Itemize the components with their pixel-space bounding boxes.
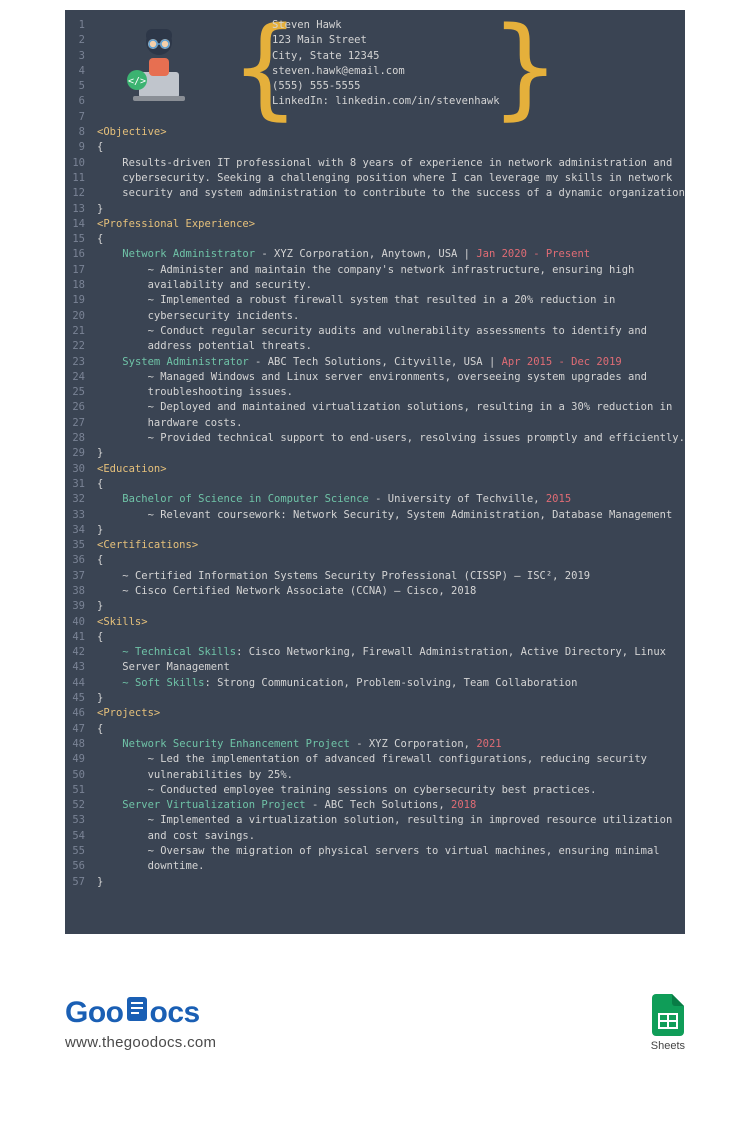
job2-date: Apr 2015 - Dec 2019 bbox=[502, 356, 622, 368]
google-sheets-icon bbox=[652, 994, 684, 1036]
brace-right-icon: } bbox=[492, 12, 558, 122]
goodocs-logo: Gooocs bbox=[65, 996, 216, 1030]
project1-title: Network Security Enhancement Project bbox=[122, 738, 350, 750]
contact-name: Steven Hawk bbox=[272, 18, 500, 33]
certs-tag: <Certifications> bbox=[97, 539, 198, 551]
projects-tag: <Projects> bbox=[97, 707, 160, 719]
education-tag: <Education> bbox=[97, 463, 167, 475]
project2-title: Server Virtualization Project bbox=[122, 799, 305, 811]
job2-title: System Administrator bbox=[122, 356, 248, 368]
document-preview: 1234567891011121314151617181920212223242… bbox=[0, 0, 750, 934]
job1-title: Network Administrator bbox=[122, 248, 255, 260]
footer: Gooocs www.thegoodocs.com Sheets bbox=[0, 934, 750, 1052]
header-block: </> { } Steven Hawk 123 Main Street City… bbox=[97, 18, 685, 110]
contact-info: Steven Hawk 123 Main Street City, State … bbox=[272, 18, 500, 110]
objective-text: Results-driven IT professional with 8 ye… bbox=[122, 157, 672, 169]
sheets-badge: Sheets bbox=[651, 994, 685, 1052]
contact-address1: 123 Main Street bbox=[272, 33, 500, 48]
experience-tag: <Professional Experience> bbox=[97, 218, 255, 230]
line-gutter: 1234567891011121314151617181920212223242… bbox=[65, 10, 91, 934]
sheets-label: Sheets bbox=[651, 1040, 685, 1052]
site-url: www.thegoodocs.com bbox=[65, 1034, 216, 1051]
contact-email: steven.hawk@email.com bbox=[272, 64, 500, 79]
code-content: </> { } Steven Hawk 123 Main Street City… bbox=[91, 10, 685, 934]
contact-address2: City, State 12345 bbox=[272, 49, 500, 64]
document-icon bbox=[126, 996, 148, 1030]
degree: Bachelor of Science in Computer Science bbox=[122, 493, 369, 505]
logo-block: Gooocs www.thegoodocs.com bbox=[65, 996, 216, 1051]
contact-phone: (555) 555-5555 bbox=[272, 79, 500, 94]
developer-avatar-icon: </> bbox=[119, 22, 199, 102]
code-editor: 1234567891011121314151617181920212223242… bbox=[65, 10, 685, 934]
contact-linkedin: LinkedIn: linkedin.com/in/stevenhawk bbox=[272, 94, 500, 109]
skills-tag: <Skills> bbox=[97, 616, 148, 628]
objective-tag: <Objective> bbox=[97, 126, 167, 138]
svg-text:</>: </> bbox=[128, 76, 146, 87]
job1-date: Jan 2020 - Present bbox=[476, 248, 590, 260]
